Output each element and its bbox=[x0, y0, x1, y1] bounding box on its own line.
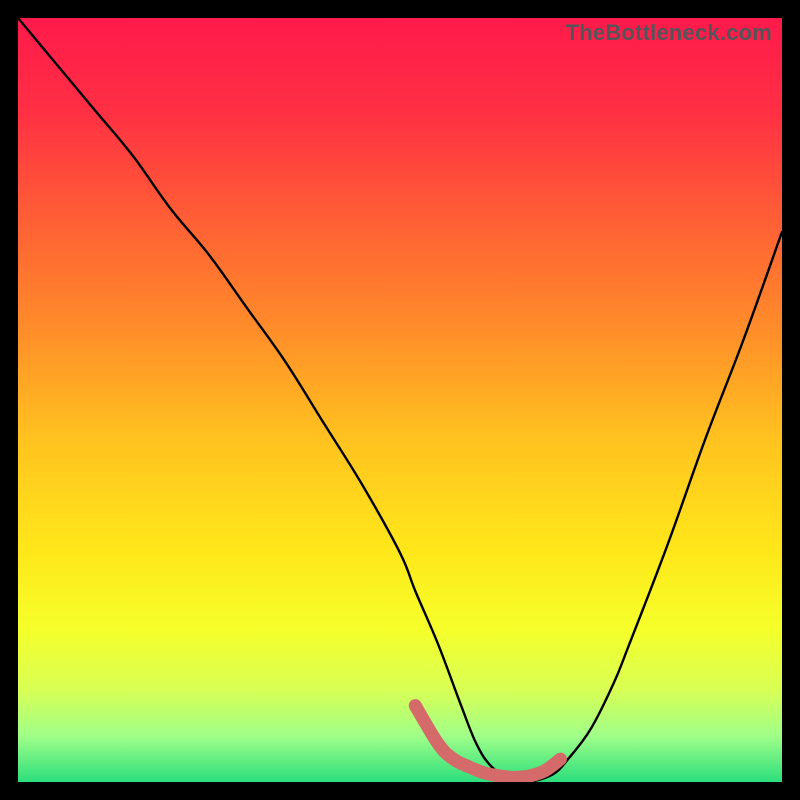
watermark-label: TheBottleneck.com bbox=[566, 20, 772, 46]
chart-frame: TheBottleneck.com bbox=[18, 18, 782, 782]
heat-gradient-background bbox=[18, 18, 782, 782]
